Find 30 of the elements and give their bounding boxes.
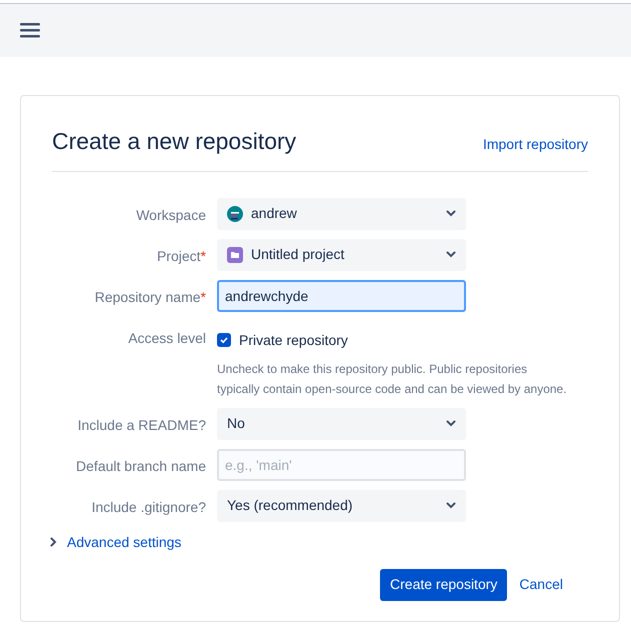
chevron-down-icon bbox=[446, 251, 456, 258]
folder-icon bbox=[227, 246, 243, 262]
field-label: Default branch name bbox=[76, 456, 206, 476]
chevron-down-icon bbox=[446, 502, 456, 509]
text-field[interactable]: andrewchyde bbox=[217, 280, 466, 312]
avatar-icon bbox=[227, 206, 243, 222]
cancel-link[interactable]: Cancel bbox=[519, 574, 563, 595]
checkbox-label: Private repository bbox=[239, 330, 348, 350]
text-field[interactable]: e.g., 'main' bbox=[217, 448, 466, 480]
import-repository-link[interactable]: Import repository bbox=[482, 134, 588, 158]
field-label: Include .gitignore? bbox=[92, 498, 206, 516]
advanced-settings-toggle[interactable]: Advanced settings bbox=[50, 532, 182, 552]
field-label: Access level bbox=[128, 328, 206, 348]
select-field[interactable]: Untitled project bbox=[217, 238, 466, 270]
create-repository-button[interactable]: Create repository bbox=[380, 568, 508, 600]
field-label: Workspace bbox=[136, 206, 206, 224]
menu-icon[interactable] bbox=[20, 23, 40, 38]
field-label: Repository name* bbox=[94, 288, 206, 306]
field-label: Include a README? bbox=[78, 416, 206, 434]
select-field[interactable]: Yes (recommended) bbox=[217, 490, 466, 522]
select-field[interactable]: andrew bbox=[217, 198, 466, 230]
chevron-down-icon bbox=[446, 210, 456, 217]
checkbox[interactable] bbox=[217, 333, 231, 347]
page-title: Create a new repository bbox=[52, 127, 296, 156]
chevron-down-icon bbox=[446, 420, 456, 427]
field-label: Project* bbox=[156, 246, 206, 266]
select-field[interactable]: No bbox=[217, 408, 466, 440]
check-icon bbox=[219, 335, 229, 345]
chevron-right-icon bbox=[50, 537, 57, 547]
help-text: Uncheck to make this repository public. Public repositories typically contain open-source code and can be viewed by anyone. bbox=[217, 360, 568, 398]
